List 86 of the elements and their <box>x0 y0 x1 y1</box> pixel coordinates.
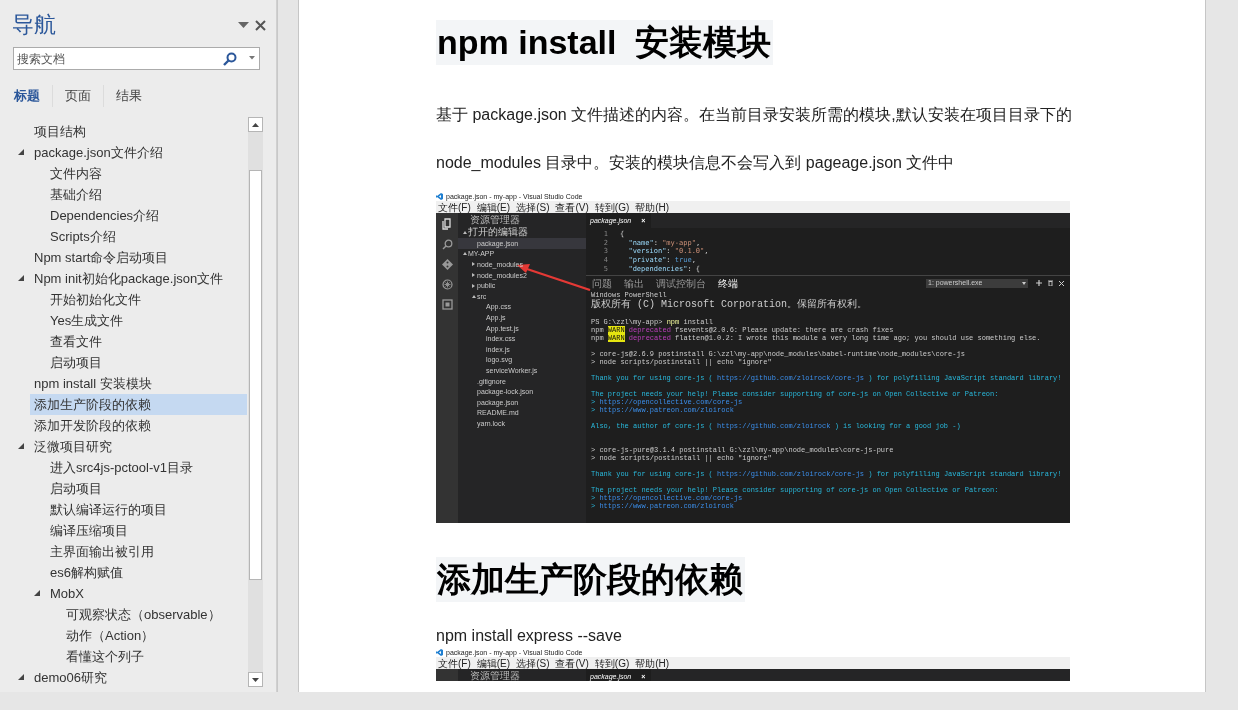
terminal-line: 版权所有 (C) Microsoft Corporation。保留所有权利。 <box>591 299 869 310</box>
tree-item[interactable]: 文件内容 <box>46 163 247 184</box>
tree-item[interactable]: npm install 安装模块 <box>30 373 247 394</box>
menu-item[interactable]: 查看(V) <box>555 657 589 669</box>
expand-arrow-icon[interactable] <box>18 443 24 449</box>
sidebar-title: 资源管理器 <box>469 213 521 226</box>
panel-tab[interactable]: 调试控制台 <box>650 277 712 289</box>
tree-item[interactable]: Yes生成文件 <box>46 310 247 331</box>
tree-item[interactable]: 基础介绍 <box>46 184 247 205</box>
menu-item[interactable]: 文件(F) <box>438 201 471 213</box>
tree-item[interactable]: 可观察状态（observable） <box>62 604 247 625</box>
search-field[interactable]: 搜索文档 <box>13 47 260 70</box>
tree-item[interactable]: Dependencies介绍 <box>46 205 247 226</box>
tree-item[interactable]: 看懂这个列子 <box>62 646 247 667</box>
caret-icon[interactable] <box>1022 281 1026 285</box>
activity-bar <box>436 669 458 681</box>
panel-tab[interactable]: 问题 <box>586 277 618 289</box>
app-logo-icon <box>436 648 443 656</box>
expand-arrow-icon[interactable] <box>18 674 24 680</box>
tree-item[interactable]: 动作（Action） <box>62 625 247 646</box>
expand-arrow-icon[interactable] <box>18 149 24 155</box>
debug-icon[interactable] <box>441 279 453 290</box>
menu-item[interactable]: 帮助(H) <box>635 657 670 669</box>
menu-item[interactable]: 转到(G) <box>594 657 630 669</box>
dropdown-icon[interactable] <box>238 21 249 29</box>
menu-item[interactable]: 编辑(E) <box>476 657 511 669</box>
section-heading: npm install 安装模块 <box>436 20 774 65</box>
scrollbar[interactable] <box>248 117 263 687</box>
expand-arrow-icon[interactable] <box>34 590 40 596</box>
caret-icon[interactable] <box>472 262 475 267</box>
tree-item[interactable]: 编译压缩项目 <box>46 520 247 541</box>
panel-tab[interactable]: 输出 <box>618 277 650 289</box>
tree-item[interactable]: Npm init初始化package.json文件 <box>30 268 247 289</box>
tree-item[interactable]: 查看文件 <box>46 331 247 352</box>
tree-item[interactable]: 添加生产阶段的依赖 <box>30 394 247 415</box>
trash-icon[interactable] <box>1048 280 1053 286</box>
tree-item[interactable]: 添加开发阶段的依赖 <box>30 415 247 436</box>
section-heading: 添加生产阶段的依赖 <box>436 557 745 602</box>
menu-item[interactable]: 编辑(E) <box>476 201 511 213</box>
tree-item[interactable]: MobX <box>46 583 247 604</box>
menu-item[interactable]: 转到(G) <box>594 201 630 213</box>
menu-item[interactable]: 选择(S) <box>516 201 550 213</box>
menu-item[interactable]: 查看(V) <box>555 201 589 213</box>
tree-item[interactable]: 启动项目 <box>46 478 247 499</box>
git-icon[interactable] <box>441 259 453 270</box>
app-logo-icon <box>436 192 443 200</box>
scroll-down-icon[interactable] <box>252 677 259 682</box>
search-icon[interactable] <box>223 52 237 66</box>
tree-item[interactable]: Scripts介绍 <box>46 226 247 247</box>
tree-item[interactable]: es6解构赋值 <box>46 562 247 583</box>
tree-item[interactable]: demo06研究 <box>30 667 247 688</box>
caret-icon[interactable] <box>249 56 255 60</box>
extensions-icon[interactable] <box>441 299 453 310</box>
menu-item[interactable]: 文件(F) <box>438 657 471 669</box>
sidebar-title: 资源管理器 <box>469 669 521 681</box>
caret-icon[interactable] <box>472 283 475 288</box>
tree-item[interactable]: 主界面输出被引用 <box>46 541 247 562</box>
pane-title: 导航 <box>12 11 57 39</box>
tree-item[interactable]: package.json文件介绍 <box>30 142 247 163</box>
tree-item[interactable]: 默认编译运行的项目 <box>46 499 247 520</box>
tree-item[interactable]: 启动项目 <box>46 352 247 373</box>
tree-item[interactable]: Npm start命令启动项目 <box>30 247 247 268</box>
caret-icon[interactable] <box>463 230 467 234</box>
scroll-up-icon[interactable] <box>252 122 259 127</box>
expand-arrow-icon[interactable] <box>18 275 24 281</box>
close-icon[interactable] <box>255 19 266 31</box>
tab[interactable]: 标题 <box>10 85 53 107</box>
plus-icon[interactable] <box>1036 280 1042 286</box>
menu-item[interactable]: 帮助(H) <box>635 201 670 213</box>
tab[interactable]: 结果 <box>112 85 154 107</box>
paragraph-text: npm install express --save <box>436 626 623 646</box>
menu-item[interactable]: 选择(S) <box>516 657 550 669</box>
scrollbar-thumb[interactable] <box>249 170 262 580</box>
tree-item[interactable]: 泛微项目研究 <box>30 436 247 457</box>
tree-item[interactable]: 开始初始化文件 <box>46 289 247 310</box>
tree-item[interactable]: 进入src4js-pctool-v1目录 <box>46 457 247 478</box>
tree-item[interactable]: 项目结构 <box>30 121 247 142</box>
caret-icon[interactable] <box>472 294 476 298</box>
explorer-item[interactable]: 打开的编辑器 <box>458 226 586 238</box>
tab[interactable]: 页面 <box>61 85 104 107</box>
panel-tab[interactable]: 终端 <box>712 277 744 289</box>
search-icon[interactable] <box>441 239 453 250</box>
caret-icon[interactable] <box>472 273 475 278</box>
files-icon[interactable] <box>441 218 453 230</box>
paragraph-text: 基于 package.json 文件描述的内容。在当前目录安装所需的模块,默认安装在项目目录下的node_modules 目录中。安装的模块信息不会写入到 pageage.json 文件中 <box>436 105 1073 173</box>
caret-icon[interactable] <box>463 252 467 256</box>
